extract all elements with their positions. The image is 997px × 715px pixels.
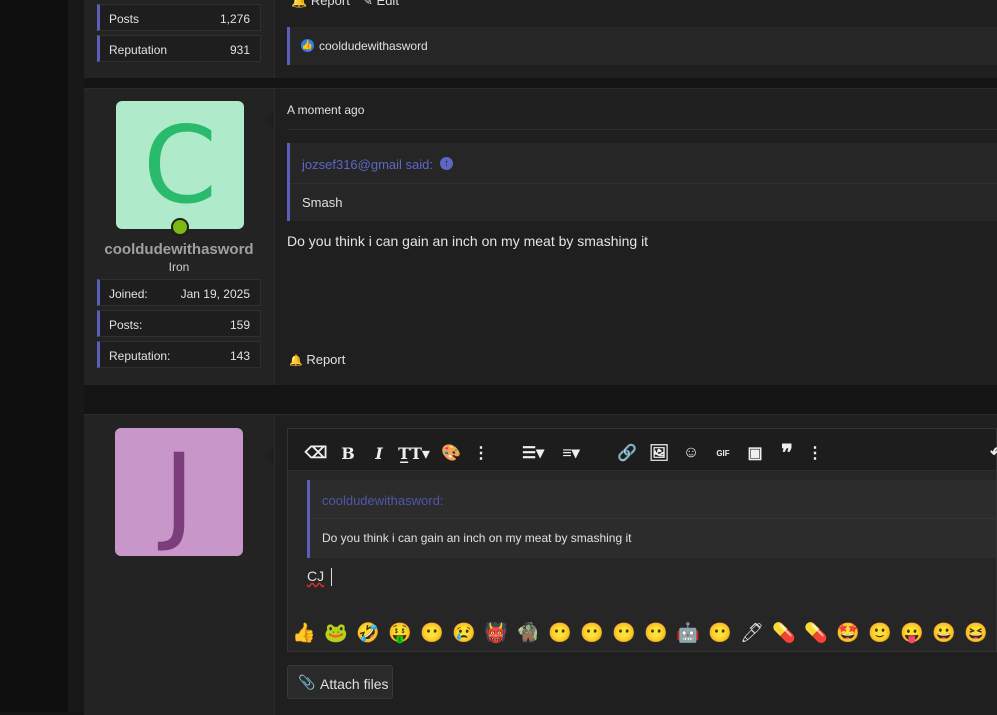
emoji-button[interactable]: 😶: [644, 622, 668, 646]
emoji-button[interactable]: 😢: [452, 622, 476, 646]
stat-posts: Posts: 159: [97, 310, 261, 337]
user-rank: Iron: [168, 260, 190, 274]
emoji-button[interactable]: 😶: [548, 622, 572, 646]
reply-arrow: [264, 445, 274, 465]
bell-icon: 🔔: [289, 355, 303, 367]
reply-main: ⌫ B I T̲T▾ 🎨 ⋮ ☰▾ ≡▾ 🔗 🖼 ☺ GIF ▣ ❞ ⋮ ↶ c…: [274, 415, 997, 715]
emoji-button[interactable]: 😛: [900, 622, 924, 646]
online-status-dot: [171, 218, 189, 236]
palette-icon[interactable]: 🎨: [440, 442, 462, 464]
emoji-button[interactable]: 😶: [708, 622, 732, 646]
italic-icon[interactable]: I: [368, 442, 390, 464]
link-icon[interactable]: 🔗: [616, 442, 638, 464]
editor-quote-header: cooldudewithasword:: [310, 480, 996, 519]
divider: [287, 129, 997, 130]
post-arrow: [264, 109, 274, 129]
list-icon[interactable]: ☰▾: [518, 442, 548, 464]
emoji-button[interactable]: 🤖: [676, 622, 700, 646]
bold-icon[interactable]: B: [337, 442, 359, 464]
avatar[interactable]: J: [115, 428, 243, 556]
post-body: Do you think i can gain an inch on my me…: [287, 233, 649, 249]
emoji-button[interactable]: 😶: [580, 622, 604, 646]
emoji-button[interactable]: 💊: [772, 622, 796, 646]
editor-toolbar: ⌫ B I T̲T▾ 🎨 ⋮ ☰▾ ≡▾ 🔗 🖼 ☺ GIF ▣ ❞ ⋮ ↶: [288, 429, 997, 471]
avatar[interactable]: C: [116, 101, 244, 229]
post-current: C cooldudewithasword Iron Joined: Jan 19…: [84, 88, 997, 385]
emoji-button[interactable]: 😀: [932, 622, 956, 646]
post-timestamp[interactable]: A moment ago: [287, 103, 364, 117]
emoji-button[interactable]: 🤣: [356, 622, 380, 646]
emoji-button[interactable]: 🙂: [868, 622, 892, 646]
arrow-up-circle-icon[interactable]: ↑: [440, 157, 453, 170]
paperclip-icon: 📎: [298, 674, 316, 690]
undo-icon[interactable]: ↶: [986, 442, 997, 464]
reaction-bar[interactable]: 👍 cooldudewithasword: [287, 27, 997, 65]
more-options-icon[interactable]: ⋮: [470, 442, 492, 464]
attach-files-button[interactable]: 📎 Attach files: [287, 665, 393, 699]
editor-content[interactable]: cooldudewithasword: Do you think i can g…: [288, 470, 997, 651]
post-main: A moment ago jozsef316@gmail said: ↑ Sma…: [274, 89, 997, 385]
edit-link[interactable]: ✎ Edit: [362, 0, 399, 9]
post-previous-user-column: Posts 1,276 Reputation 931: [84, 0, 275, 78]
quote-header[interactable]: jozsef316@gmail said: ↑: [290, 143, 997, 184]
clear-format-icon[interactable]: ⌫: [305, 442, 328, 464]
emoji-button[interactable]: 💊: [804, 622, 828, 646]
gif-icon[interactable]: GIF: [712, 442, 734, 464]
post-previous: Posts 1,276 Reputation 931 🔔 Report ✎ Ed…: [84, 0, 997, 78]
emoji-button[interactable]: 👹: [484, 622, 508, 646]
text-cursor: [331, 568, 333, 587]
media-icon[interactable]: ▣: [744, 442, 766, 464]
editor: ⌫ B I T̲T▾ 🎨 ⋮ ☰▾ ≡▾ 🔗 🖼 ☺ GIF ▣ ❞ ⋮ ↶ c…: [287, 428, 997, 652]
emoji-button[interactable]: 🖊: [740, 622, 764, 646]
like-icon: 👍: [301, 39, 314, 52]
smiley-icon[interactable]: ☺: [680, 442, 702, 464]
emoji-button[interactable]: 👍: [292, 622, 316, 646]
stat-joined: Joined: Jan 19, 2025: [97, 279, 261, 306]
quote-block: jozsef316@gmail said: ↑ Smash: [287, 143, 997, 221]
report-link[interactable]: 🔔 Report: [289, 352, 345, 367]
editor-quote-text: Do you think i can gain an inch on my me…: [322, 531, 632, 545]
emoji-button[interactable]: 🧌: [516, 622, 540, 646]
emoji-button[interactable]: 😶: [420, 622, 444, 646]
quote-icon[interactable]: ❞: [776, 440, 798, 465]
emoji-button[interactable]: 🤩: [836, 622, 860, 646]
more-options-icon[interactable]: ⋮: [804, 442, 826, 464]
align-icon[interactable]: ≡▾: [556, 442, 586, 464]
emoji-button[interactable]: 😶: [612, 622, 636, 646]
emoji-button[interactable]: 🐸: [324, 622, 348, 646]
quote-text: Smash: [302, 195, 343, 210]
reply-section: J ⌫ B I T̲T▾ 🎨 ⋮ ☰▾ ≡▾ 🔗 🖼 ☺ GIF ▣ ❞ ⋮ ↶: [84, 414, 997, 715]
left-gutter: [68, 0, 84, 712]
stat-reputation: Reputation: 143: [97, 341, 261, 368]
username[interactable]: cooldudewithasword: [84, 241, 274, 258]
post-previous-main: 🔔 Report ✎ Edit 👍 cooldudewithasword: [274, 0, 997, 78]
bell-icon: 🔔: [291, 0, 308, 8]
post-user-column: C cooldudewithasword Iron Joined: Jan 19…: [84, 89, 275, 385]
left-dark-sidebar: [0, 0, 68, 712]
report-link[interactable]: 🔔 Report: [291, 0, 350, 9]
stat-reputation: Reputation 931: [97, 35, 261, 62]
font-size-icon[interactable]: T̲T▾: [398, 442, 430, 464]
emoji-button[interactable]: 😆: [964, 622, 988, 646]
emoji-button[interactable]: 🤑: [388, 622, 412, 646]
emoji-bar: 👍🐸🤣🤑😶😢👹🧌😶😶😶😶🤖😶🖊💊💊🤩🙂😛😀😆🤣: [288, 618, 997, 650]
pencil-icon: ✎: [362, 0, 373, 8]
editor-typed-text[interactable]: CJ: [307, 568, 333, 587]
reply-user-column: J: [84, 415, 275, 715]
editor-quote: cooldudewithasword: Do you think i can g…: [307, 480, 996, 558]
stat-posts: Posts 1,276: [97, 4, 261, 31]
image-icon[interactable]: 🖼: [648, 442, 670, 464]
